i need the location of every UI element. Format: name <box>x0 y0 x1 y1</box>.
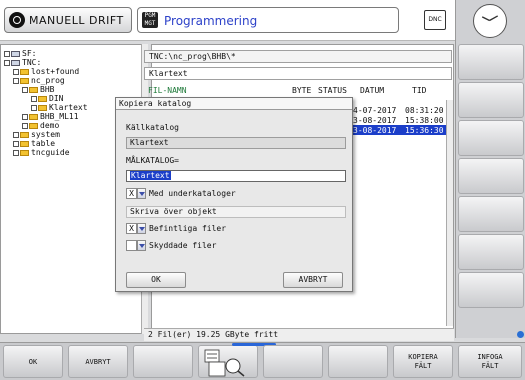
column-date[interactable]: DATUM <box>360 86 384 95</box>
tree-item-system[interactable]: system <box>13 130 60 139</box>
operating-mode-label: MANUELL DRIFT <box>29 14 124 27</box>
drive-icon <box>11 51 20 57</box>
file-type-field[interactable]: Klartext <box>144 67 452 80</box>
subdirectories-option[interactable]: X Med underkataloger <box>126 188 236 200</box>
drive-icon <box>11 60 20 66</box>
tree-item-tncguide[interactable]: tncguide <box>13 148 70 157</box>
chevron-down-icon[interactable] <box>137 188 146 199</box>
info-icon <box>517 331 524 338</box>
column-byte[interactable]: BYTE <box>292 86 311 95</box>
subdirectories-label: Med underkataloger <box>149 189 236 198</box>
copy-directory-dialog: Kopiera katalog Källkatalog Klartext MÅL… <box>115 97 353 292</box>
column-status[interactable]: STATUS <box>318 86 347 95</box>
right-softkey-2[interactable] <box>458 82 524 118</box>
tree-item-lost-found[interactable]: lost+found <box>13 67 79 76</box>
column-time[interactable]: TID <box>412 86 426 95</box>
existing-files-label: Befintliga filer <box>149 224 227 233</box>
dnc-icon[interactable]: DNC <box>424 10 446 30</box>
dialog-cancel-button[interactable]: AVBRYT <box>283 272 343 288</box>
tree-item-bhb-ml11[interactable]: BHB_ML11 <box>22 112 79 121</box>
status-bar: 2 Fil(er) 19.25 GByte fritt <box>144 328 454 341</box>
softkey-insert-fields[interactable]: INFOGA FÄLT <box>458 345 522 378</box>
file-time: 15:36:30 <box>405 126 444 135</box>
folder-icon <box>20 69 29 75</box>
folder-icon <box>29 123 38 129</box>
folder-icon <box>20 141 29 147</box>
protected-files-option[interactable]: Skyddade filer <box>126 240 216 252</box>
tree-item-din[interactable]: DIN <box>31 94 63 103</box>
target-directory-input[interactable]: Klartext <box>126 170 346 182</box>
right-softkey-7[interactable] <box>458 272 524 308</box>
clock-icon <box>473 4 507 38</box>
source-directory-field: Klartext <box>126 137 346 149</box>
target-directory-value: Klartext <box>130 171 171 180</box>
folder-icon <box>29 87 38 93</box>
folder-icon <box>20 132 29 138</box>
tree-item-bhb[interactable]: BHB <box>22 85 54 94</box>
file-date: 3-08-2017 <box>353 126 397 135</box>
right-softkey-column <box>455 0 525 338</box>
dialog-title: Kopiera katalog <box>116 98 352 110</box>
tree-item-klartext[interactable]: Klartext <box>31 103 88 112</box>
target-directory-label: MÅLKATALOG= <box>126 156 179 165</box>
file-list-header: FIL-NAMN BYTE STATUS DATUM TID <box>144 84 452 97</box>
tree-item-nc-prog[interactable]: nc_prog <box>13 76 65 85</box>
source-directory-label: Källkatalog <box>126 123 179 132</box>
file-time: 15:38:00 <box>405 116 444 125</box>
file-list-scrollbar[interactable] <box>446 100 453 326</box>
tree-item-tnc[interactable]: TNC: <box>4 58 41 67</box>
tree-item-table[interactable]: table <box>13 139 55 148</box>
tree-item-demo[interactable]: demo <box>22 121 59 130</box>
folder-icon <box>38 105 47 111</box>
folder-icon <box>20 78 29 84</box>
chevron-down-icon[interactable] <box>137 223 146 234</box>
right-softkey-1[interactable] <box>458 44 524 80</box>
chevron-down-icon[interactable] <box>137 240 146 251</box>
tree-item-sf[interactable]: SF: <box>4 49 36 58</box>
softkey-6[interactable] <box>328 345 388 378</box>
folder-icon <box>20 150 29 156</box>
existing-files-checkbox[interactable]: X <box>126 223 137 234</box>
softkey-copy-fields[interactable]: KOPIERA FÄLT <box>393 345 453 378</box>
operating-mode-tab[interactable]: MANUELL DRIFT <box>4 7 132 33</box>
pgm-mgt-icon: PGM MGT <box>142 12 158 28</box>
programming-mode-label: Programmering <box>164 14 258 28</box>
protected-files-label: Skyddade filer <box>149 241 217 250</box>
path-field: TNC:\nc_prog\BHB\* <box>144 50 452 63</box>
column-file-name[interactable]: FIL-NAMN <box>148 86 187 95</box>
softkey-view-toggle[interactable] <box>198 345 258 378</box>
overwrite-group-header: Skriva över objekt <box>126 206 346 218</box>
existing-files-option[interactable]: X Befintliga filer <box>126 223 226 235</box>
softkey-3[interactable] <box>133 345 193 378</box>
protected-files-checkbox[interactable] <box>126 240 137 251</box>
programming-mode-tab[interactable]: PGM MGT Programmering <box>137 7 399 33</box>
dialog-ok-button[interactable]: OK <box>126 272 186 288</box>
folder-icon <box>38 96 47 102</box>
file-time: 08:31:20 <box>405 106 444 115</box>
subdirectories-checkbox[interactable]: X <box>126 188 137 199</box>
file-date: 4-07-2017 <box>353 106 397 115</box>
file-date: 3-08-2017 <box>353 116 397 125</box>
softkey-ok[interactable]: OK <box>3 345 63 378</box>
softkey-5[interactable] <box>263 345 323 378</box>
right-softkey-5[interactable] <box>458 196 524 232</box>
folder-icon <box>29 114 38 120</box>
power-icon <box>9 12 25 28</box>
right-softkey-4[interactable] <box>458 158 524 194</box>
view-toggle-icon <box>204 349 245 377</box>
right-softkey-3[interactable] <box>458 120 524 156</box>
right-softkey-6[interactable] <box>458 234 524 270</box>
softkey-cancel[interactable]: AVBRYT <box>68 345 128 378</box>
